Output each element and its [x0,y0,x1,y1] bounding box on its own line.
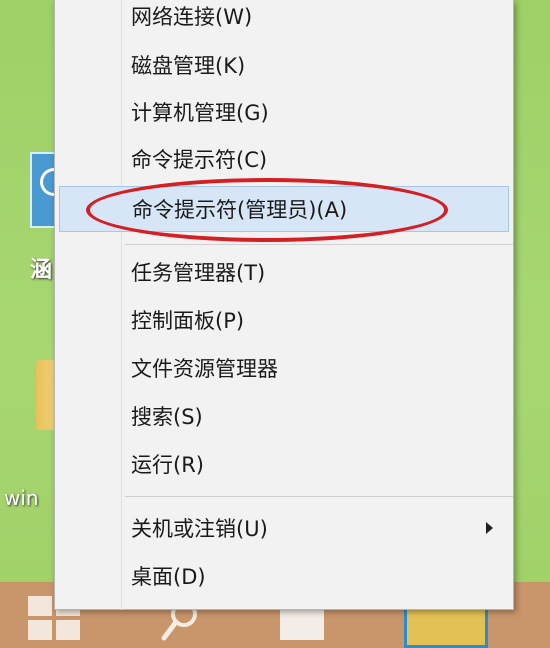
menu-item-task-manager[interactable]: 任务管理器(T) [59,250,509,296]
chevron-right-icon [486,522,493,534]
menu-item-control-panel[interactable]: 控制面板(P) [59,298,509,344]
menu-item-label: 控制面板(P) [131,309,245,333]
desktop-folder-label: win [4,486,39,510]
menu-item-label: 运行(R) [131,453,204,477]
menu-item-search[interactable]: 搜索(S) [59,394,509,440]
menu-item-label: 桌面(D) [131,565,206,589]
menu-item-label: 搜索(S) [131,405,203,429]
context-menu: 网络连接(W) 磁盘管理(K) 计算机管理(G) 命令提示符(C) 命令提示符(… [54,0,514,610]
menu-item-label: 任务管理器(T) [131,261,266,285]
menu-item-label: 网络连接(W) [131,5,253,29]
menu-item-shutdown-signout[interactable]: 关机或注销(U) [59,506,509,552]
menu-item-disk-management[interactable]: 磁盘管理(K) [59,43,509,89]
desktop-shortcut-label: 涵 [30,258,53,282]
menu-item-label: 文件资源管理器 [131,357,278,381]
menu-item-label: 计算机管理(G) [131,101,269,125]
document-icon[interactable] [280,606,324,640]
menu-item-file-explorer[interactable]: 文件资源管理器 [59,346,509,392]
menu-separator [125,244,513,245]
menu-separator [125,496,513,497]
menu-item-command-prompt[interactable]: 命令提示符(C) [59,137,509,183]
menu-item-label: 命令提示符(C) [131,148,268,172]
highlight-annotation-ellipse [86,178,448,242]
menu-item-run[interactable]: 运行(R) [59,442,509,488]
menu-item-computer-management[interactable]: 计算机管理(G) [59,90,509,136]
menu-item-label: 关机或注销(U) [131,517,268,541]
menu-item-desktop[interactable]: 桌面(D) [59,554,509,600]
menu-item-label: 磁盘管理(K) [131,54,246,78]
menu-item-network-connections[interactable]: 网络连接(W) [59,0,509,40]
